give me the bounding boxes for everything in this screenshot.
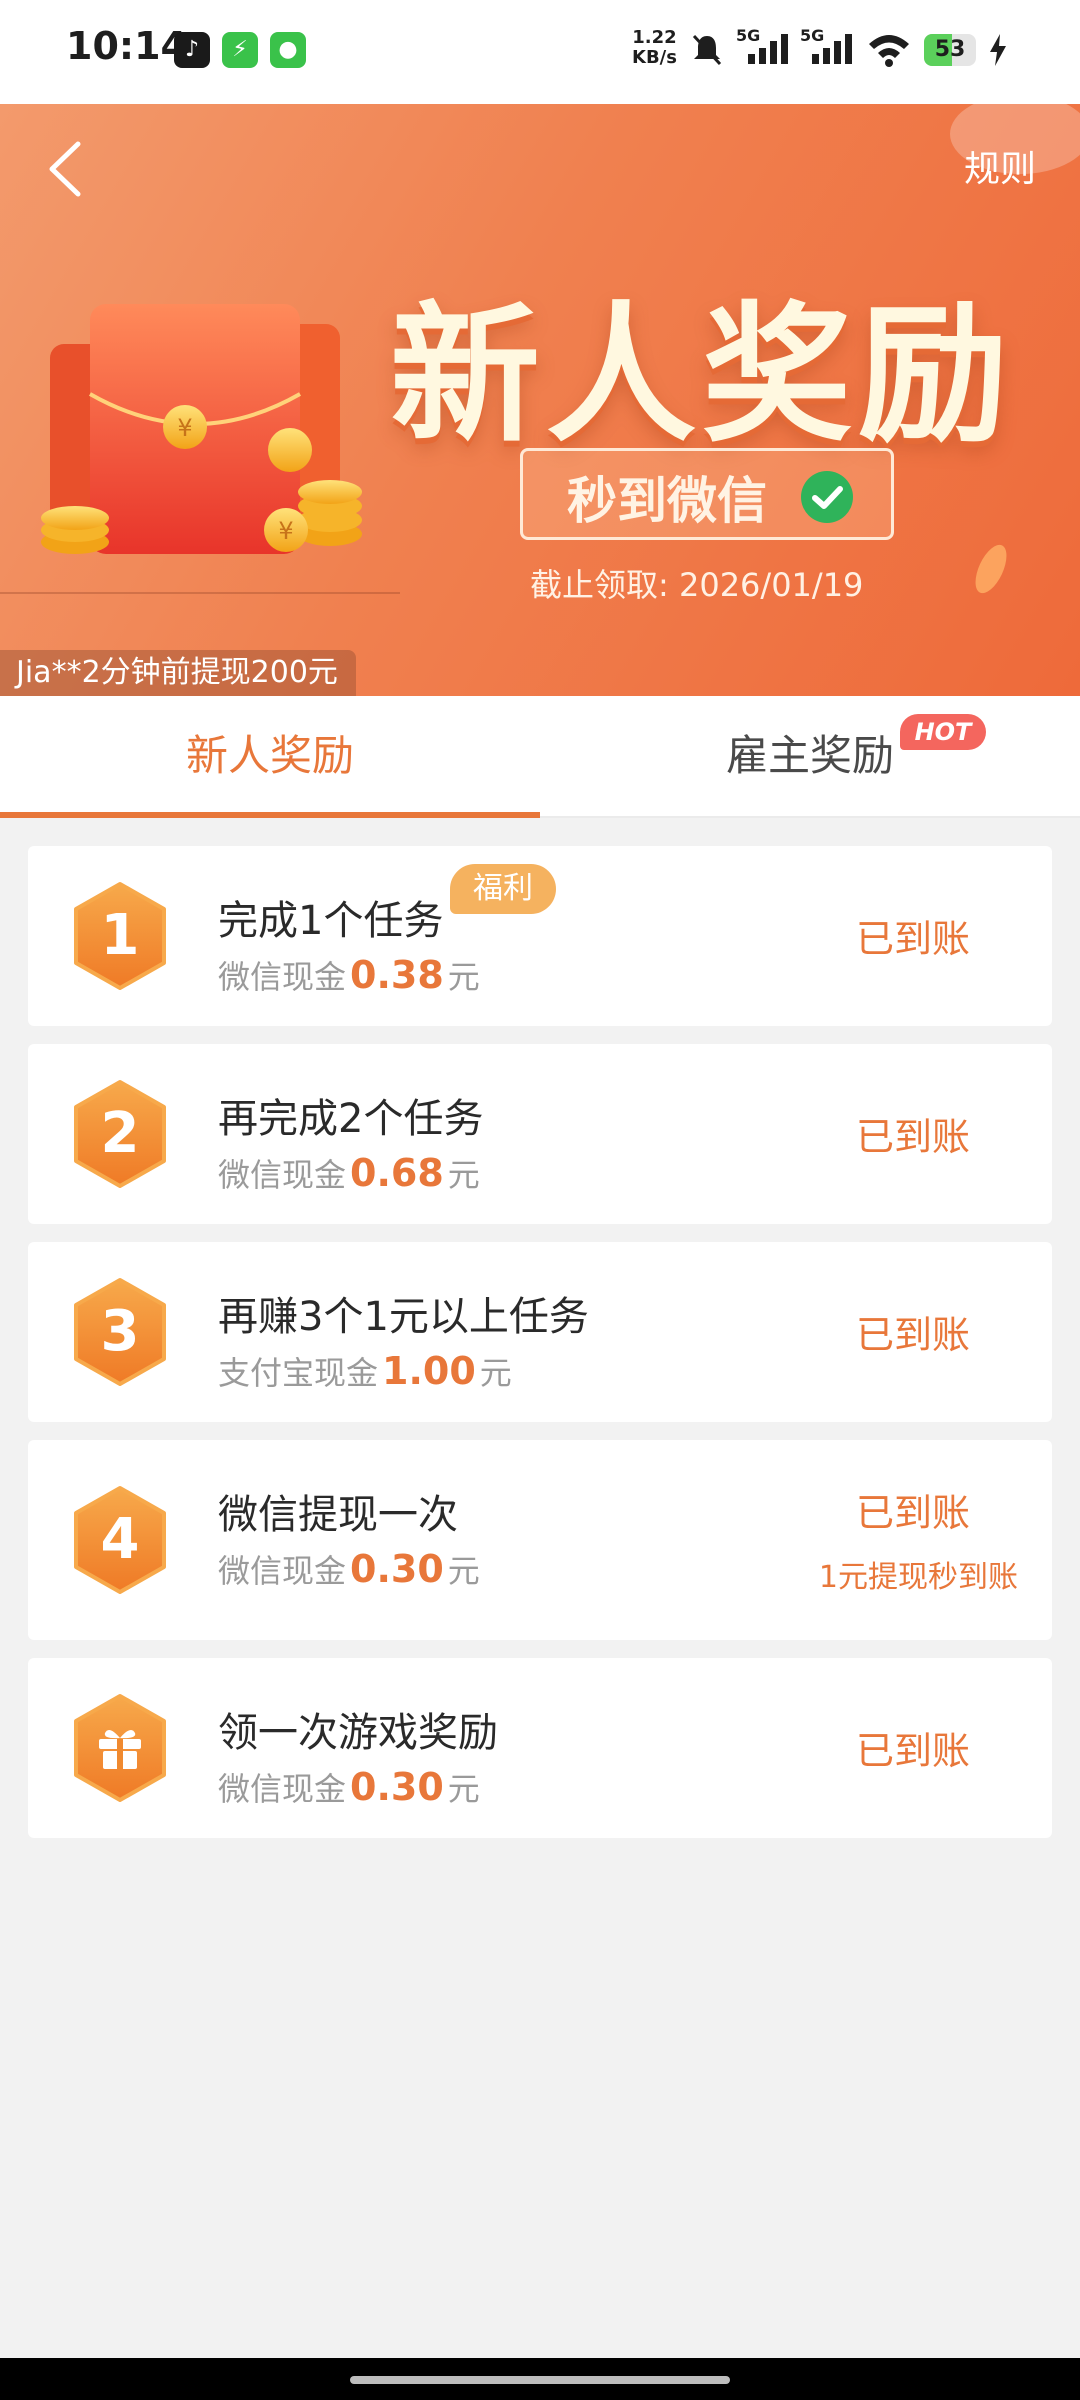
active-tab-indicator — [0, 812, 540, 818]
task-card-3[interactable]: 3 再赚3个1元以上任务 支付宝现金 1.00 元 已到账 — [28, 1242, 1052, 1422]
hero-banner: 规则 ¥ ¥ 新人奖励 秒到微信 截止领取: 2026/01/19 Jia**2… — [0, 104, 1080, 696]
banner-divider — [0, 592, 400, 594]
step-badge-1: 1 — [72, 881, 168, 991]
task-title: 微信提现一次 — [218, 1492, 458, 1538]
deadline-text: 截止领取: 2026/01/19 — [530, 566, 864, 604]
home-gesture-handle[interactable] — [350, 2376, 730, 2384]
withdraw-ticker: Jia**2分钟前提现200元 — [0, 650, 356, 696]
task-card-1[interactable]: 1 完成1个任务 福利 微信现金 0.38 元 已到账 — [28, 846, 1052, 1026]
pill-text: 秒到微信 — [567, 472, 767, 530]
gift-icon — [99, 1729, 141, 1769]
instant-wechat-pill: 秒到微信 — [520, 448, 894, 540]
system-nav-bar — [0, 2358, 1080, 2400]
mute-bell-icon — [692, 34, 722, 66]
charging-icon — [990, 34, 1006, 66]
reward-tabs: 新人奖励 雇主奖励 HOT — [0, 696, 1080, 818]
svg-text:¥: ¥ — [278, 517, 293, 545]
chevron-left-icon — [49, 141, 81, 197]
task-reward: 微信现金 0.30 元 — [218, 1765, 480, 1809]
bolt-app-icon: ⚡ — [222, 32, 258, 68]
status-received: 已到账 — [855, 917, 970, 961]
status-time: 10:14 — [66, 24, 187, 68]
tab-newbie-reward[interactable]: 新人奖励 — [0, 696, 540, 818]
step-badge-2: 2 — [72, 1079, 168, 1189]
back-button[interactable] — [40, 134, 100, 204]
task-title: 再赚3个1元以上任务 — [218, 1294, 589, 1340]
signal-icon-2 — [812, 34, 852, 64]
battery-indicator: 53 — [924, 34, 976, 66]
task-card-5[interactable]: 领一次游戏奖励 微信现金 0.30 元 已到账 — [28, 1658, 1052, 1838]
task-reward: 支付宝现金 1.00 元 — [218, 1349, 512, 1393]
signal-icon — [748, 34, 788, 64]
check-circle-icon — [801, 471, 853, 523]
withdraw-note: 1元提现秒到账 — [818, 1560, 1018, 1595]
chat-app-icon: ● — [270, 32, 306, 68]
coin-sparkle-decoration — [975, 544, 1007, 594]
red-envelope-illustration: ¥ ¥ — [41, 304, 362, 554]
task-title: 领一次游戏奖励 — [218, 1710, 498, 1756]
task-reward: 微信现金 0.30 元 — [218, 1547, 480, 1591]
status-received: 已到账 — [855, 1729, 970, 1773]
step-badge-4: 4 — [72, 1485, 168, 1595]
step-badge-3: 3 — [72, 1277, 168, 1387]
wifi-icon — [869, 35, 909, 67]
svg-text:¥: ¥ — [177, 414, 192, 442]
status-received: 已到账 — [855, 1115, 970, 1159]
task-reward: 微信现金 0.38 元 — [218, 953, 480, 997]
tiktok-app-icon: ♪ — [174, 32, 210, 68]
task-title: 完成1个任务 — [218, 898, 444, 944]
task-card-2[interactable]: 2 再完成2个任务 微信现金 0.68 元 已到账 — [28, 1044, 1052, 1224]
status-received: 已到账 — [855, 1491, 970, 1535]
net-speed: 1.22 KB/s — [632, 27, 677, 68]
task-title: 再完成2个任务 — [218, 1096, 484, 1142]
gift-badge — [72, 1693, 168, 1803]
task-card-4[interactable]: 4 微信提现一次 微信现金 0.30 元 已到账 1元提现秒到账 — [28, 1440, 1052, 1640]
status-received: 已到账 — [855, 1313, 970, 1357]
banner-title: 新人奖励 — [390, 289, 1015, 463]
tab-employer-reward[interactable]: 雇主奖励 — [540, 696, 1080, 816]
task-reward: 微信现金 0.68 元 — [218, 1151, 480, 1195]
hot-badge: HOT — [900, 714, 986, 750]
status-bar: 10:14 ♪ ⚡ ● 1.22 KB/s 5G 5G 53 — [0, 0, 1080, 104]
rules-link[interactable]: 规则 — [964, 140, 1036, 192]
welfare-badge: 福利 — [450, 864, 556, 914]
